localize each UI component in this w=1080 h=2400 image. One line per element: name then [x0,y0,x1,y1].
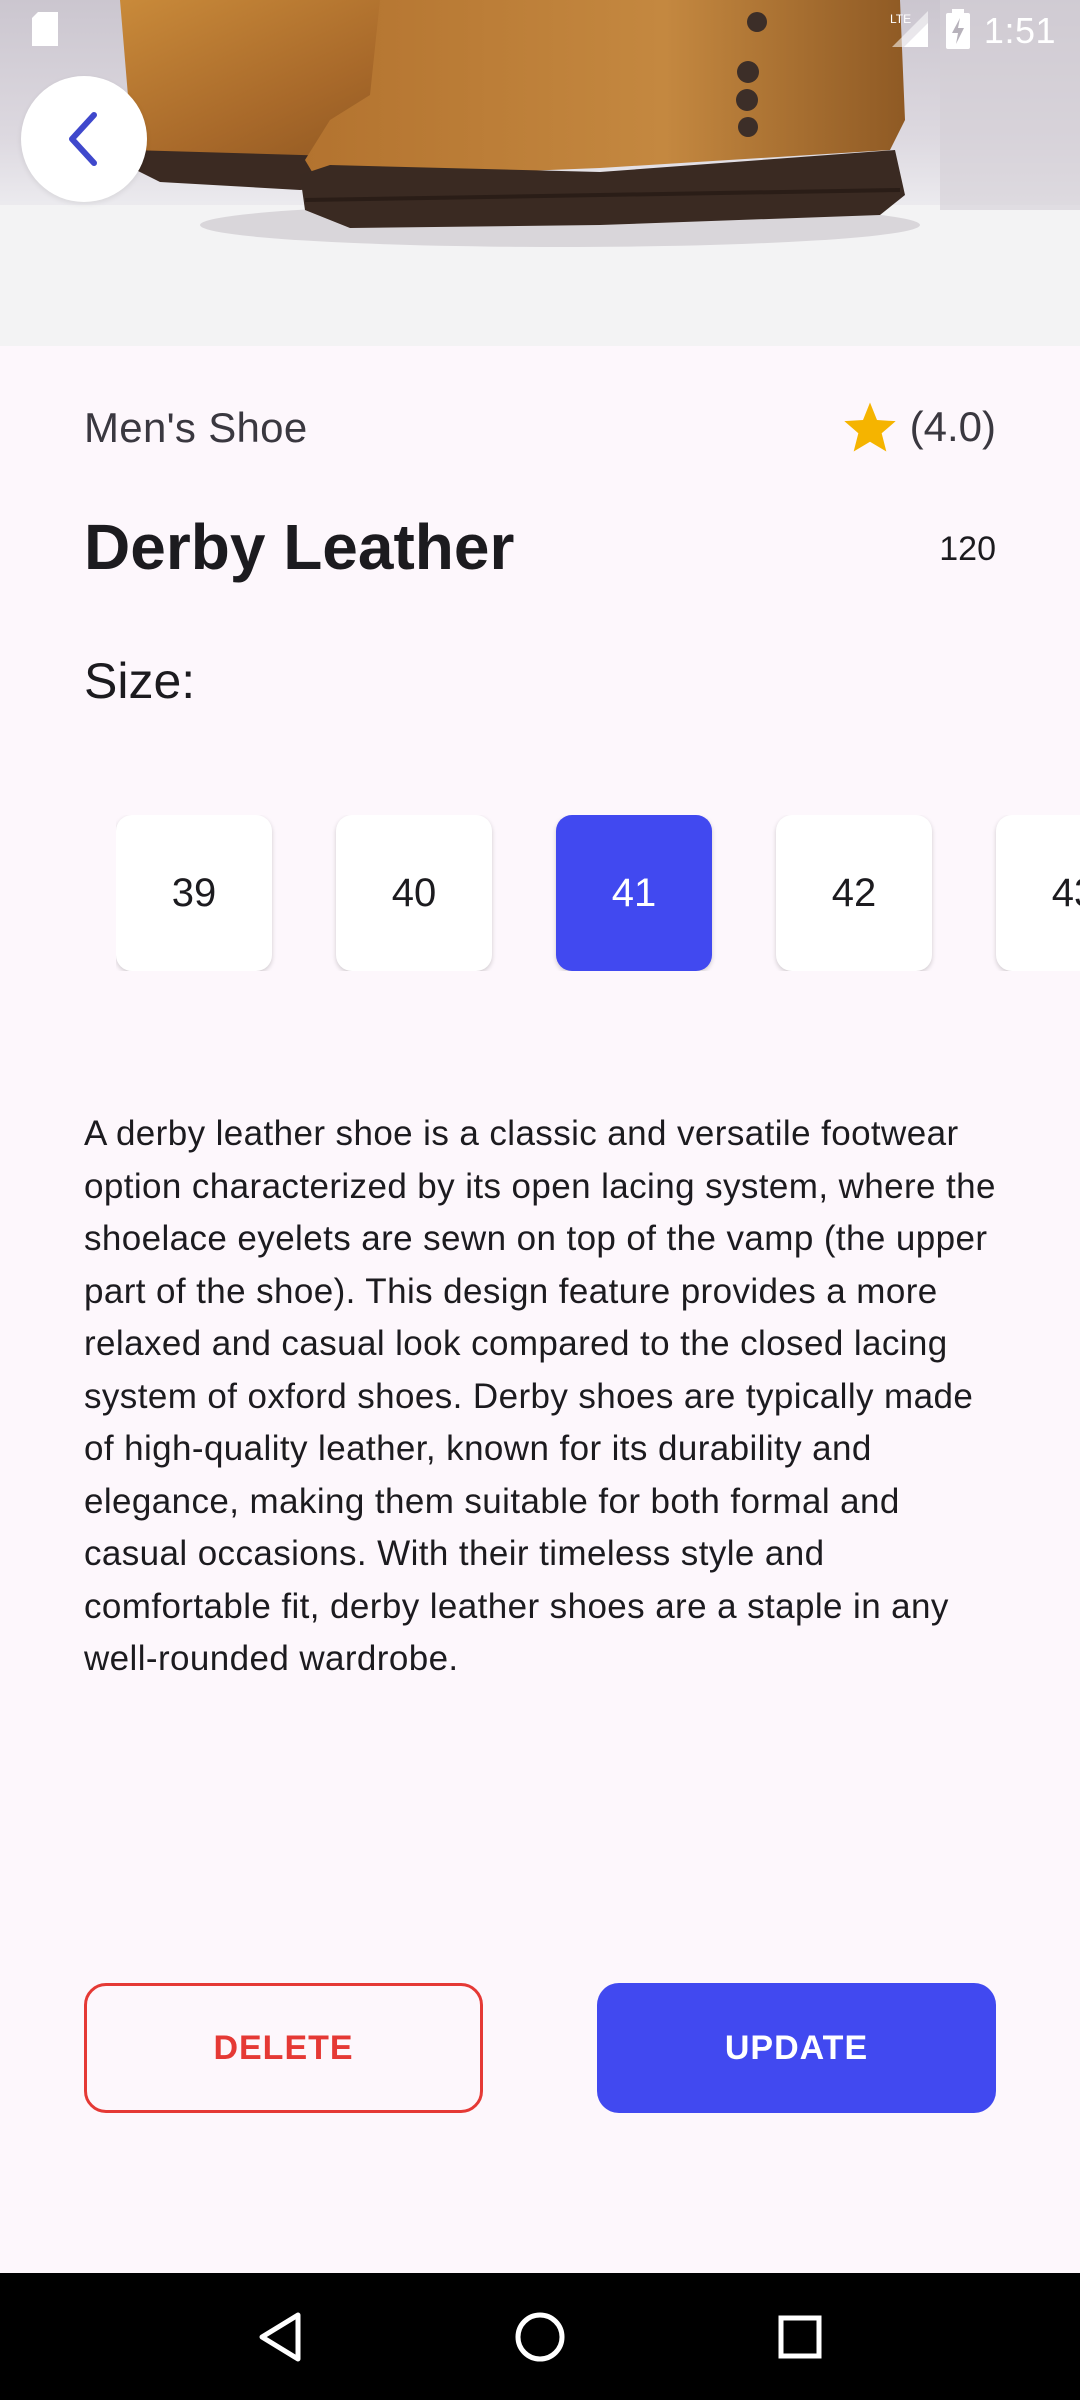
battery-charging-icon [945,8,970,54]
product-detail-screen: LTE 1:51 Men's Shoe (4.0) Derby Leather [0,0,1080,2400]
nav-back-button[interactable] [235,2292,325,2382]
update-button[interactable]: UPDATE [597,1983,996,2113]
status-time: 1:51 [983,10,1056,51]
size-option-39[interactable]: 39 [116,815,272,971]
sd-card-icon [30,11,60,51]
svg-text:LTE: LTE [890,12,911,26]
status-bar: LTE 1:51 [0,0,1080,62]
size-selector[interactable]: 39 40 41 42 43 [116,815,1080,971]
size-option-42[interactable]: 42 [776,815,932,971]
signal-icon: LTE [888,9,932,54]
star-icon [843,402,896,452]
product-description: A derby leather shoe is a classic and ve… [84,1114,996,1678]
product-category: Men's Shoe [84,404,308,451]
back-triangle-icon [259,2312,301,2361]
product-price: 120 [939,530,996,568]
product-title: Derby Leather [84,511,515,583]
rating-value: (4.0) [909,403,996,450]
size-label: Size: [84,653,196,709]
recents-square-icon [778,2315,822,2358]
size-list: 39 40 41 42 43 [116,815,1080,971]
nav-home-button[interactable] [495,2292,585,2382]
system-nav-bar [0,2273,1080,2400]
home-circle-icon [515,2312,565,2361]
status-icons: LTE 1:51 [888,8,1056,54]
product-rating: (4.0) [842,400,996,454]
nav-recents-button[interactable] [755,2292,845,2382]
chevron-left-icon [69,112,97,166]
back-button[interactable] [21,76,147,202]
size-option-40[interactable]: 40 [336,815,492,971]
size-option-41[interactable]: 41 [556,815,712,971]
size-option-43[interactable]: 43 [996,815,1080,971]
delete-button[interactable]: DELETE [84,1983,483,2113]
